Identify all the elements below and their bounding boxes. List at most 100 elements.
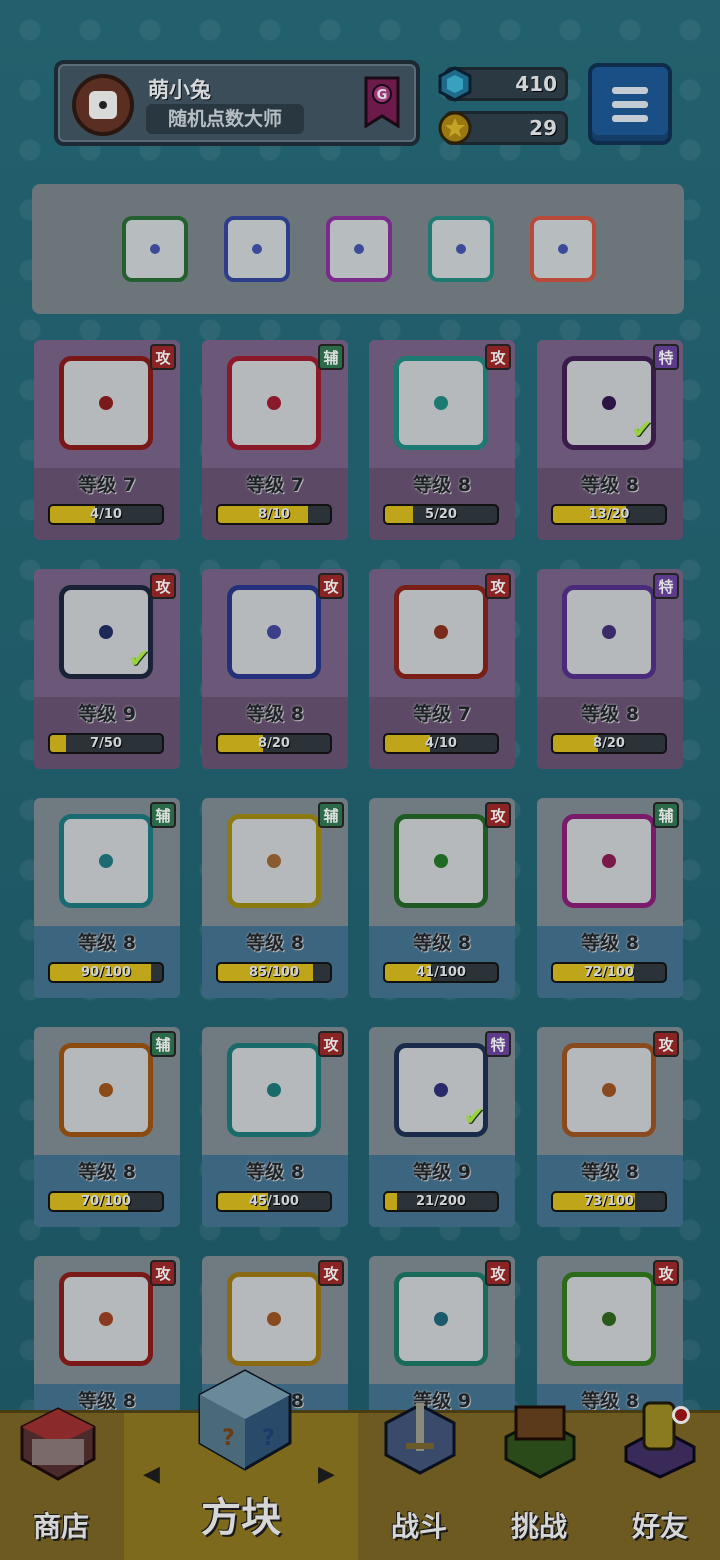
dice-type-badge: 特 (653, 573, 679, 599)
dice-card[interactable]: 攻等级 8 45/100 (202, 1027, 348, 1227)
nav-battle[interactable]: 战斗 (360, 1403, 478, 1560)
dice-face-icon (562, 585, 656, 679)
dice-type-badge: 攻 (653, 1031, 679, 1057)
dice-type-badge: 攻 (485, 1260, 511, 1286)
dice-face-icon (562, 1272, 656, 1366)
dice-type-badge: 辅 (653, 802, 679, 828)
next-page-arrow[interactable]: ▶ (318, 1462, 335, 1487)
dice-level: 等级 8 (413, 932, 471, 954)
coin-icon (438, 111, 472, 145)
equipped-check-icon: ✔ (128, 644, 150, 674)
nav-shop-label: 商店 (32, 1510, 89, 1543)
menu-button[interactable] (588, 63, 672, 145)
progress-text: 85/100 (249, 965, 299, 980)
dice-type-badge: 辅 (150, 802, 176, 828)
dice-collection-screen: 萌小兔 随机点数大师 G 410 29 攻等级 7 4/10 辅 等级 7 8/… (0, 0, 720, 1560)
dice-level: 等级 8 (581, 1161, 639, 1183)
dice-pip (99, 625, 113, 639)
upgrade-progress-bar: 21/200 (383, 1191, 499, 1212)
upgrade-progress-bar: 41/100 (383, 962, 499, 983)
dice-face-icon (227, 1272, 321, 1366)
dice-card[interactable]: ✔ 特等级 8 13/20 (537, 340, 683, 540)
progress-text: 90/100 (81, 965, 131, 980)
deck-slot[interactable] (530, 216, 596, 282)
dice-card[interactable]: 攻等级 8 8/20 (202, 569, 348, 769)
coin-counter[interactable]: 29 (438, 111, 568, 145)
progress-text: 13/20 (588, 507, 630, 522)
dice-card[interactable]: 特等级 8 8/20 (537, 569, 683, 769)
dice-card[interactable]: ✔ 特等级 9 21/200 (369, 1027, 515, 1227)
upgrade-progress-bar: 70/100 (48, 1191, 164, 1212)
dice-card[interactable]: 辅等级 7 8/10 (202, 340, 348, 540)
dice-level: 等级 8 (413, 474, 471, 496)
coin-count: 29 (529, 116, 557, 140)
prev-page-arrow[interactable]: ◀ (143, 1462, 160, 1487)
dice-avatar-icon (89, 91, 117, 119)
dice-type-badge: 攻 (485, 802, 511, 828)
rank-ribbon-icon[interactable]: G (364, 76, 400, 128)
dice-type-badge: 特 (653, 344, 679, 370)
dice-pip (267, 1312, 281, 1326)
deck-slot[interactable] (326, 216, 392, 282)
progress-text: 8/20 (258, 736, 290, 751)
progress-text: 5/20 (425, 507, 457, 522)
dice-card[interactable]: 辅等级 8 90/100 (34, 798, 180, 998)
dice-card[interactable]: 辅等级 8 85/100 (202, 798, 348, 998)
dice-type-badge: 攻 (150, 1260, 176, 1286)
dice-type-badge: 攻 (485, 573, 511, 599)
dice-pip (434, 396, 448, 410)
nav-friends-label: 好友 (631, 1510, 688, 1543)
dice-pip (602, 1083, 616, 1097)
dice-face-icon (59, 356, 153, 450)
nav-friends[interactable]: 好友 (600, 1401, 720, 1560)
dice-pip (99, 396, 113, 410)
dice-level: 等级 8 (581, 474, 639, 496)
dice-level: 等级 7 (246, 474, 304, 496)
dice-type-badge: 辅 (318, 344, 344, 370)
battle-sword-icon (384, 1403, 456, 1475)
progress-text: 8/10 (258, 507, 290, 522)
dice-type-badge: 攻 (150, 573, 176, 599)
equipped-check-icon: ✔ (463, 1102, 485, 1132)
dice-level: 等级 8 (581, 703, 639, 725)
dice-pip (602, 854, 616, 868)
deck-slot[interactable] (428, 216, 494, 282)
deck-slot[interactable] (224, 216, 290, 282)
dice-card[interactable]: 辅等级 8 70/100 (34, 1027, 180, 1227)
player-profile-panel[interactable]: 萌小兔 随机点数大师 G (54, 60, 420, 146)
dice-card[interactable]: 攻等级 7 4/10 (369, 569, 515, 769)
dice-card[interactable]: 攻等级 7 4/10 (34, 340, 180, 540)
player-title: 随机点数大师 (146, 104, 304, 134)
dice-card[interactable]: 辅等级 8 72/100 (537, 798, 683, 998)
dice-type-badge: 攻 (150, 344, 176, 370)
upgrade-progress-bar: 13/20 (551, 504, 667, 525)
player-avatar[interactable] (72, 74, 134, 136)
shop-icon (20, 1407, 96, 1481)
dice-level: 等级 8 (246, 703, 304, 725)
gem-counter[interactable]: 410 (438, 66, 568, 102)
gem-icon (438, 66, 472, 102)
dice-face-icon (394, 585, 488, 679)
dice-type-badge: 攻 (485, 344, 511, 370)
dice-face-icon: ✔ (394, 1043, 488, 1137)
dice-face-icon: ✔ (59, 585, 153, 679)
menu-icon-bar (612, 101, 648, 108)
nav-shop[interactable]: 商店 (0, 1407, 122, 1560)
bottom-nav: 商店 ? ? 方块 战斗 挑战 好友 (0, 1369, 720, 1560)
upgrade-progress-bar: 8/20 (551, 733, 667, 754)
progress-text: 8/20 (593, 736, 625, 751)
dice-card[interactable]: ✔ 攻等级 9 7/50 (34, 569, 180, 769)
dice-face-icon (394, 356, 488, 450)
dice-card[interactable]: 攻等级 8 5/20 (369, 340, 515, 540)
nav-challenge[interactable]: 挑战 (480, 1405, 598, 1560)
deck-slot[interactable] (122, 216, 188, 282)
dice-card[interactable]: 攻等级 8 73/100 (537, 1027, 683, 1227)
dice-face-icon (59, 814, 153, 908)
progress-text: 7/50 (90, 736, 122, 751)
dice-type-badge: 攻 (318, 1260, 344, 1286)
dice-card[interactable]: 攻等级 8 41/100 (369, 798, 515, 998)
dice-type-badge: 辅 (318, 802, 344, 828)
nav-battle-label: 战斗 (390, 1510, 447, 1543)
dice-level: 等级 8 (78, 1161, 136, 1183)
upgrade-progress-bar: 5/20 (383, 504, 499, 525)
